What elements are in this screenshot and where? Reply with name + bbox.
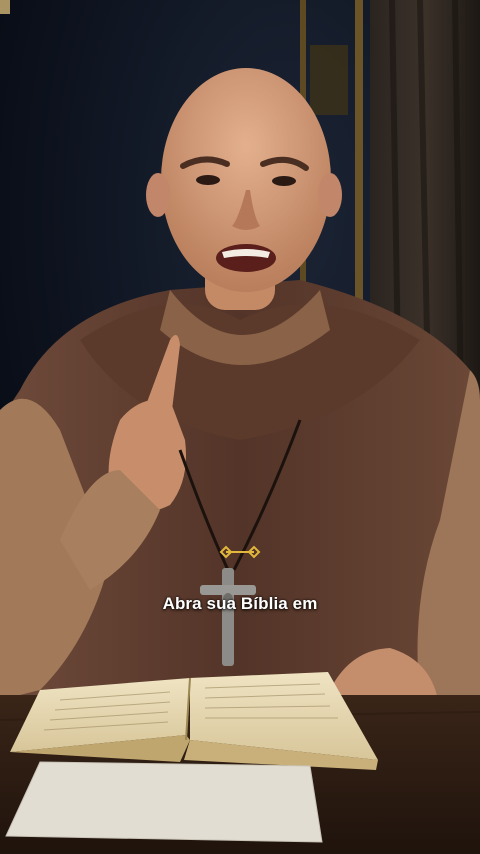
video-frame: Abra sua Bíblia em [0,0,480,854]
video-still [0,0,480,854]
subtitle-caption: Abra sua Bíblia em [162,594,318,613]
